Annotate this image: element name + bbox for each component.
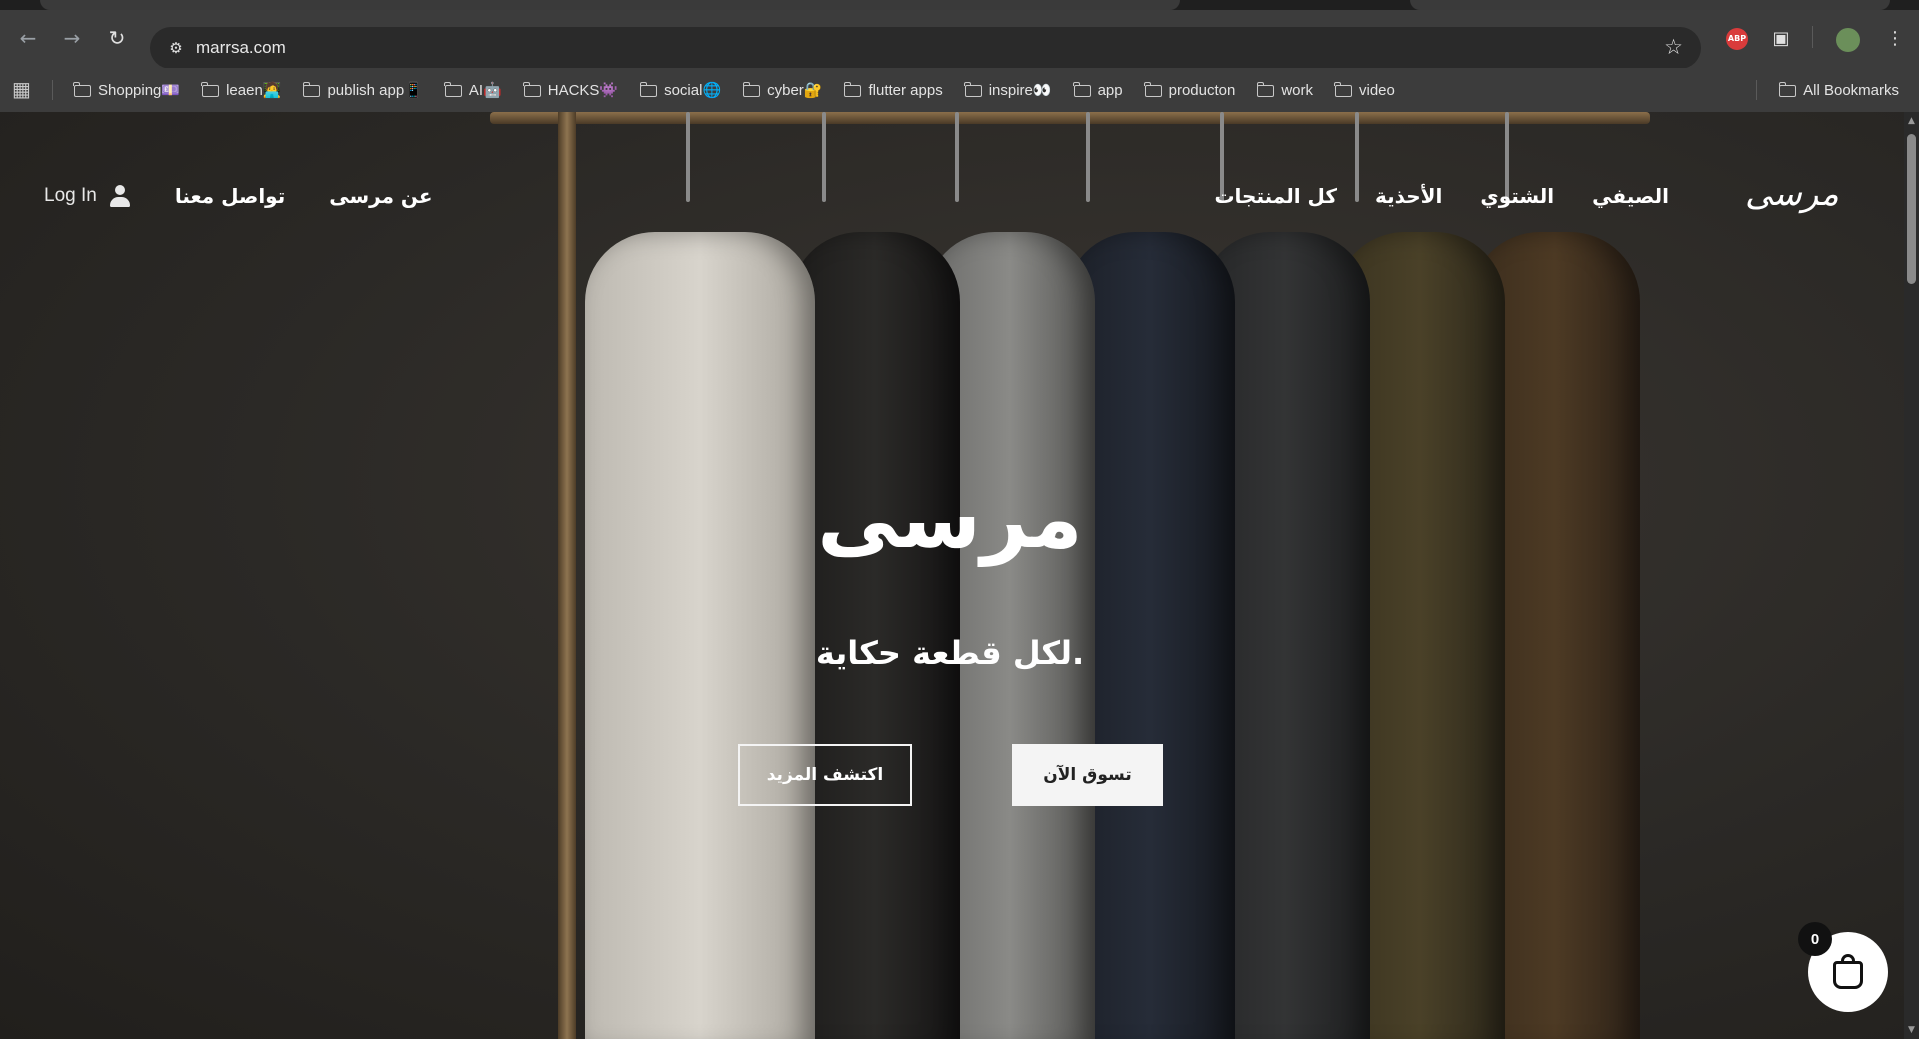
hanger: [955, 112, 959, 202]
folder-icon: [73, 82, 91, 97]
folder-icon: [639, 82, 658, 97]
site-info-icon[interactable]: ⚙: [164, 36, 188, 60]
toolbar-divider: [1812, 26, 1813, 48]
apps-grid-icon[interactable]: ▦: [12, 77, 31, 102]
secondary-nav: Log In تواصل معنا عن مرسى: [44, 184, 433, 208]
bookmark-label: app: [1097, 81, 1123, 99]
reload-icon[interactable]: ↻: [105, 26, 129, 50]
bookmark-folder[interactable]: inspire👀: [964, 81, 1052, 99]
main-nav: الصيفي الشتوي الأحذية كل المنتجات: [1214, 184, 1669, 208]
bookmark-label: inspire👀: [988, 82, 1052, 99]
all-bookmarks-label: All Bookmarks: [1803, 81, 1899, 99]
folder-icon: [1256, 82, 1275, 97]
bookmarks-list: Shopping💷 leaen🧑‍💻 publish app📱 AI🤖 HACKS👾 so…: [73, 68, 1417, 112]
bookmark-folder[interactable]: flutter apps: [843, 81, 943, 99]
shopping-bag-icon: [1833, 954, 1863, 989]
bookmark-label: Shopping💷: [98, 82, 181, 99]
page-viewport: مرسى الصيفي الشتوي الأحذية كل المنتجات Log …: [0, 112, 1904, 1039]
folder-icon: [201, 82, 220, 97]
bookmarks-bar: ▦ Shopping💷 leaen🧑‍💻 publish app📱 AI🤖 HACKS👾…: [0, 68, 1919, 113]
browser-toolbar: ← → ↻ ⚙ marrsa.com ☆ ABP ▣ ⋮: [0, 10, 1919, 69]
bookmark-label: AI🤖: [468, 82, 502, 99]
hero-tagline: لكل قطعة حكاية.: [815, 634, 1085, 672]
discover-more-button[interactable]: اكتشف المزيد: [738, 744, 912, 806]
bookmark-label: flutter apps: [868, 81, 943, 99]
all-bookmarks-button[interactable]: All Bookmarks: [1778, 68, 1899, 112]
folder-icon: [1072, 82, 1091, 97]
bookmark-folder[interactable]: video: [1334, 81, 1395, 99]
bookmark-label: video: [1359, 81, 1395, 99]
folder-icon: [523, 82, 541, 97]
folder-icon: [302, 82, 321, 97]
bookmark-folder[interactable]: Shopping💷: [73, 81, 181, 99]
bookmark-folder[interactable]: producton: [1144, 81, 1236, 99]
cart-count-badge: 0: [1798, 922, 1832, 956]
bookmark-folder[interactable]: leaen🧑‍💻: [201, 81, 282, 99]
browser-menu-icon[interactable]: ⋮: [1882, 26, 1908, 52]
scroll-up-icon[interactable]: ▲: [1906, 116, 1917, 126]
address-bar[interactable]: ⚙ marrsa.com ☆: [150, 27, 1701, 69]
bookmarks-divider: [52, 80, 53, 100]
bookmark-label: cyber🔐: [767, 82, 823, 99]
page-scrollbar[interactable]: ▲ ▼: [1904, 112, 1919, 1039]
adblock-extension-icon[interactable]: ABP: [1726, 28, 1748, 50]
clothing-rack-bar: [490, 112, 1650, 124]
hanger: [822, 112, 826, 202]
browser-tab[interactable]: [40, 0, 1180, 10]
hanger: [686, 112, 690, 202]
folder-icon: [742, 82, 761, 97]
bookmark-label: leaen🧑‍💻: [226, 82, 282, 99]
scroll-down-icon[interactable]: ▼: [1906, 1025, 1917, 1035]
site-logo[interactable]: مرسى: [1745, 174, 1839, 214]
shop-now-button[interactable]: تسوق الآن: [1012, 744, 1163, 806]
bookmark-label: producton: [1168, 81, 1236, 99]
bookmark-folder[interactable]: HACKS👾: [523, 81, 619, 99]
folder-icon: [1144, 82, 1162, 97]
bookmark-star-icon[interactable]: ☆: [1664, 35, 1683, 59]
bookmark-folder[interactable]: social🌐: [639, 81, 722, 99]
folder-icon: [1778, 82, 1797, 97]
browser-tab[interactable]: [1410, 0, 1890, 10]
about-link[interactable]: عن مرسى: [329, 184, 432, 208]
login-label: Log In: [44, 185, 97, 206]
bookmark-folder[interactable]: cyber🔐: [742, 81, 823, 99]
bookmarks-divider: [1756, 80, 1757, 100]
bookmark-label: publish app📱: [327, 82, 423, 99]
hero-title: مرسى: [817, 472, 1083, 567]
extensions-puzzle-icon[interactable]: ▣: [1768, 26, 1794, 52]
bookmark-folder[interactable]: publish app📱: [302, 81, 423, 99]
nav-link[interactable]: كل المنتجات: [1214, 184, 1337, 208]
login-link[interactable]: Log In: [44, 185, 131, 207]
nav-link[interactable]: الشتوي: [1480, 184, 1554, 208]
back-icon[interactable]: ←: [16, 26, 40, 50]
folder-icon: [1334, 82, 1352, 97]
nav-link[interactable]: الصيفي: [1592, 184, 1669, 208]
folder-icon: [843, 82, 862, 97]
profile-avatar[interactable]: [1836, 28, 1860, 52]
bookmark-label: social🌐: [664, 82, 722, 99]
url-text[interactable]: marrsa.com: [196, 38, 286, 58]
folder-icon: [964, 82, 982, 97]
forward-icon[interactable]: →: [60, 26, 84, 50]
scrollbar-thumb[interactable]: [1907, 134, 1916, 284]
user-icon: [109, 185, 131, 207]
bookmark-folder[interactable]: app: [1072, 81, 1123, 99]
bookmark-label: HACKS👾: [547, 82, 619, 99]
contact-link[interactable]: تواصل معنا: [175, 184, 285, 208]
nav-link[interactable]: الأحذية: [1375, 184, 1442, 208]
folder-icon: [444, 82, 462, 97]
hanger: [1086, 112, 1090, 202]
bookmark-label: work: [1281, 81, 1313, 99]
bookmark-folder[interactable]: AI🤖: [444, 81, 502, 99]
bookmark-folder[interactable]: work: [1256, 81, 1313, 99]
clothing-rack-post: [558, 112, 576, 1039]
